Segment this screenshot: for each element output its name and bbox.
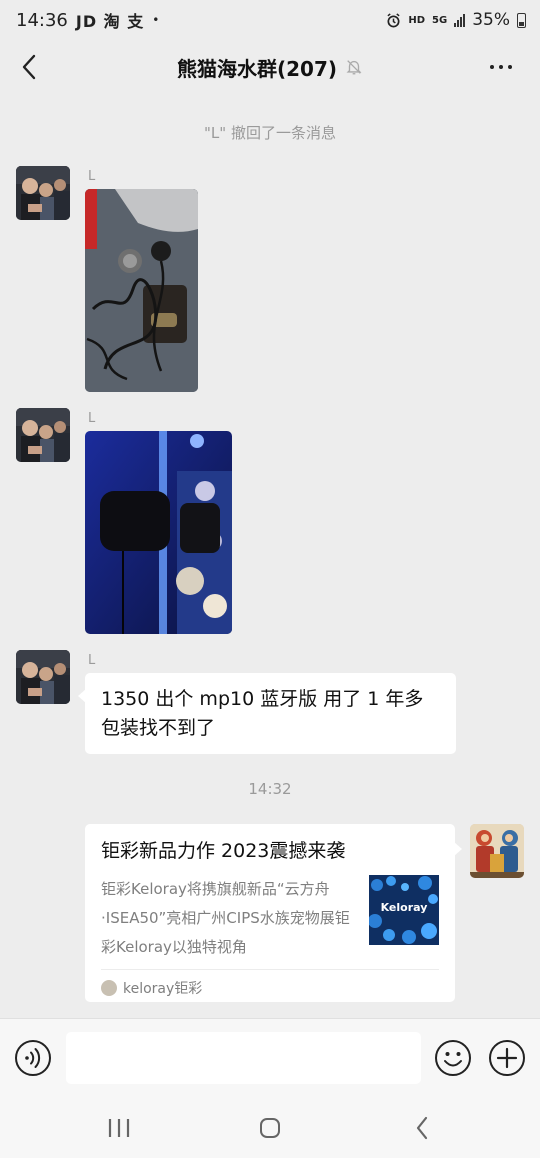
- avatar[interactable]: [16, 408, 70, 462]
- card-source-name: keloray钜彩: [123, 981, 203, 997]
- chevron-left-icon: [22, 54, 36, 80]
- card-description: 钜彩Keloray将携旗舰新品“云方舟·ISEA50”亮相广州CIPS水族宠物展…: [101, 880, 350, 956]
- recall-notice: "L" 撤回了一条消息: [204, 124, 336, 142]
- notification-dot: •: [152, 13, 160, 27]
- chat-title: 熊猫海水群(207): [176, 56, 338, 81]
- avatar-image: [16, 408, 70, 462]
- battery-icon: [517, 12, 526, 28]
- system-back-icon: [416, 1116, 428, 1140]
- card-thumbnail: Keloray: [369, 875, 439, 945]
- status-time: 14:36: [16, 9, 68, 31]
- message-input[interactable]: [66, 1032, 421, 1084]
- avatar-image: [470, 824, 524, 878]
- photo-aquarium-pump: [85, 431, 232, 634]
- title-group: 熊猫海水群(207): [177, 53, 363, 82]
- image-message[interactable]: [85, 431, 232, 634]
- network-type: 5G: [432, 14, 448, 26]
- emoji-button[interactable]: [434, 1039, 472, 1077]
- source-account-icon: [101, 980, 117, 996]
- system-back-button[interactable]: [402, 1112, 442, 1144]
- photo-pump-controller: [85, 189, 198, 392]
- avatar[interactable]: [16, 166, 70, 220]
- avatar-image: [16, 166, 70, 220]
- link-card[interactable]: 钜彩新品力作 2023震撼来袭 钜彩Keloray将携旗舰新品“云方舟·ISEA…: [85, 824, 462, 1002]
- input-area: [0, 1018, 540, 1098]
- voice-icon: [15, 1040, 51, 1076]
- notification-app-icons: JD 淘 支: [75, 12, 145, 31]
- message-timestamp: 14:32: [248, 780, 292, 798]
- alarm-icon: [387, 12, 400, 27]
- status-bar: 14:36 JD 淘 支 • HD 5G 35%: [0, 0, 540, 40]
- status-right: HD 5G 35%: [386, 10, 526, 30]
- emoji-icon: [435, 1040, 471, 1076]
- voice-button[interactable]: [14, 1039, 52, 1077]
- chat-header: 熊猫海水群(207): [0, 40, 540, 94]
- bell-off-icon: [346, 60, 362, 75]
- plus-icon: [489, 1040, 525, 1076]
- avatar-image: [16, 650, 70, 704]
- card-source: keloray钜彩: [101, 969, 439, 998]
- signal-icon: [454, 13, 466, 27]
- more-dot: [499, 65, 503, 69]
- system-navigation-bar: [0, 1098, 540, 1158]
- more-button[interactable]: [484, 52, 518, 82]
- text-message-bubble[interactable]: 1350 出个 mp10 蓝牙版 用了 1 年多 包装找不到了: [78, 673, 456, 754]
- recent-apps-icon: [108, 1119, 130, 1137]
- plus-button[interactable]: [488, 1039, 526, 1077]
- home-icon: [260, 1118, 280, 1138]
- battery-percent: 35%: [472, 10, 510, 30]
- message-text: 1350 出个 mp10 蓝牙版 用了 1 年多 包装找不到了: [101, 688, 424, 739]
- self-avatar[interactable]: [470, 824, 524, 878]
- hd-indicator: HD: [408, 14, 426, 26]
- image-message[interactable]: [85, 189, 198, 392]
- sender-name: L: [88, 169, 96, 184]
- card-title: 钜彩新品力作 2023震撼来袭: [101, 840, 346, 862]
- thumbnail-brand-text: Keloray: [380, 901, 428, 914]
- sender-name: L: [88, 411, 96, 426]
- avatar[interactable]: [16, 650, 70, 704]
- status-left: 14:36 JD 淘 支 •: [16, 8, 159, 32]
- recent-apps-button[interactable]: [99, 1112, 139, 1144]
- home-button[interactable]: [250, 1112, 290, 1144]
- more-dot: [490, 65, 494, 69]
- back-button[interactable]: [14, 52, 44, 82]
- sender-name: L: [88, 653, 96, 668]
- more-dot: [508, 65, 512, 69]
